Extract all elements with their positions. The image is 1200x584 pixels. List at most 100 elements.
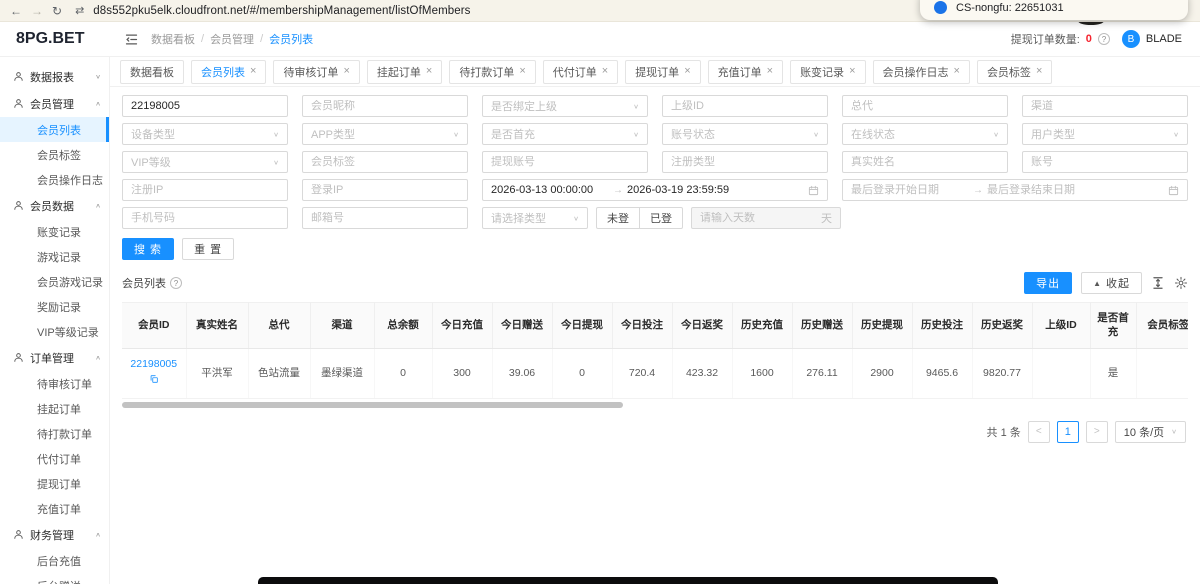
account-status-select[interactable]: 账号状态∨ [662, 123, 828, 145]
login-ip-input-field[interactable] [311, 184, 459, 196]
phone-input[interactable] [122, 207, 288, 229]
sidebar-item-suspended-orders[interactable]: 挂起订单 [0, 396, 109, 421]
tab-member-operation-log[interactable]: 会员操作日志× [873, 60, 970, 84]
breadcrumb-item[interactable]: 数据看板 [151, 31, 195, 47]
channel-input-field[interactable] [1031, 100, 1179, 112]
bind-superior-select[interactable]: 是否绑定上级∨ [482, 95, 648, 117]
user-avatar[interactable]: B [1122, 30, 1140, 48]
sidebar-item-withdraw-orders[interactable]: 提现订单 [0, 471, 109, 496]
not-logged-button[interactable]: 未登 [596, 207, 640, 229]
site-info-icon[interactable]: ⇄ [75, 4, 84, 17]
copy-icon[interactable] [149, 374, 159, 384]
member-tag-input-field[interactable] [311, 156, 459, 168]
close-icon[interactable]: × [250, 66, 256, 77]
sidebar-group-data-reports[interactable]: 数据报表∨ [0, 63, 109, 90]
page-size-select[interactable]: 10 条/页∨ [1115, 421, 1186, 443]
sidebar-item-pending-review-orders[interactable]: 待审核订单 [0, 371, 109, 396]
tab-pending-payment-orders[interactable]: 待打款订单× [449, 60, 535, 84]
last-login-date-range[interactable]: → [842, 179, 1188, 201]
app-logo[interactable]: 8PG.BET [0, 30, 110, 48]
sidebar-item-pending-payment-orders[interactable]: 待打款订单 [0, 421, 109, 446]
breadcrumb-item[interactable]: 会员列表 [269, 31, 313, 47]
member-id-input-field[interactable] [131, 100, 279, 112]
login-ip-input[interactable] [302, 179, 468, 201]
register-date-range[interactable]: → [482, 179, 828, 201]
sidebar-item-member-tags[interactable]: 会员标签 [0, 142, 109, 167]
sidebar-item-member-game-records[interactable]: 会员游戏记录 [0, 269, 109, 294]
tab-deposit-orders[interactable]: 充值订单× [708, 60, 783, 84]
last-login-date-range-start[interactable] [851, 184, 969, 196]
scrollbar-thumb[interactable] [122, 402, 623, 408]
register-ip-input[interactable] [122, 179, 288, 201]
search-button[interactable]: 搜 索 [122, 238, 174, 260]
register-type-input-field[interactable] [671, 156, 819, 168]
collapse-sidebar-icon[interactable] [124, 32, 139, 47]
superior-id-input-field[interactable] [671, 100, 819, 112]
tab-member-tags[interactable]: 会员标签× [977, 60, 1052, 84]
close-icon[interactable]: × [519, 66, 525, 77]
sidebar-item-deposit-orders[interactable]: 充值订单 [0, 496, 109, 521]
close-icon[interactable]: × [426, 66, 432, 77]
next-page-button[interactable]: > [1086, 421, 1108, 443]
sidebar-item-proxy-payment-orders[interactable]: 代付订单 [0, 446, 109, 471]
sidebar-item-vip-level-records[interactable]: VIP等级记录 [0, 319, 109, 344]
sidebar-group-finance-management[interactable]: 财务管理∧ [0, 521, 109, 548]
tab-withdraw-orders[interactable]: 提现订单× [625, 60, 700, 84]
user-type-select[interactable]: 用户类型∨ [1022, 123, 1188, 145]
app-type-select[interactable]: APP类型∨ [302, 123, 468, 145]
last-login-date-range-end[interactable] [987, 184, 1164, 196]
sidebar-item-backend-deposit[interactable]: 后台充值 [0, 548, 109, 573]
real-name-input-field[interactable] [851, 156, 999, 168]
help-icon[interactable]: ? [1098, 33, 1110, 45]
tab-dashboard[interactable]: 数据看板 [120, 60, 184, 84]
column-settings-gear-icon[interactable] [1174, 276, 1188, 290]
member-id-link[interactable]: 22198005 [124, 358, 184, 372]
member-nickname-input[interactable] [302, 95, 468, 117]
row-height-icon[interactable] [1151, 276, 1165, 290]
current-page-button[interactable]: 1 [1057, 421, 1079, 443]
export-button[interactable]: 导出 [1024, 272, 1072, 294]
account-input-field[interactable] [1031, 156, 1179, 168]
device-type-select[interactable]: 设备类型∨ [122, 123, 288, 145]
sidebar-item-member-list[interactable]: 会员列表 [0, 117, 109, 142]
tab-account-change-records[interactable]: 账变记录× [790, 60, 865, 84]
close-icon[interactable]: × [602, 66, 608, 77]
member-nickname-input-field[interactable] [311, 100, 459, 112]
close-icon[interactable]: × [1036, 66, 1042, 77]
register-type-input[interactable] [662, 151, 828, 173]
sidebar-item-game-records[interactable]: 游戏记录 [0, 244, 109, 269]
close-icon[interactable]: × [343, 66, 349, 77]
real-name-input[interactable] [842, 151, 1008, 173]
close-icon[interactable]: × [849, 66, 855, 77]
close-icon[interactable]: × [954, 66, 960, 77]
email-input[interactable] [302, 207, 468, 229]
sidebar-group-order-management[interactable]: 订单管理∧ [0, 344, 109, 371]
user-name[interactable]: BLADE [1146, 33, 1182, 45]
browser-reload-icon[interactable]: ↻ [52, 5, 62, 17]
withdraw-account-input[interactable] [482, 151, 648, 173]
browser-forward-icon[interactable]: → [31, 5, 43, 17]
superior-id-input[interactable] [662, 95, 828, 117]
url-text[interactable]: d8s552pku5elk.cloudfront.net/#/membershi… [93, 5, 470, 17]
sidebar-item-backend-gift[interactable]: 后台赠送 [0, 573, 109, 584]
sidebar-item-reward-records[interactable]: 奖励记录 [0, 294, 109, 319]
type-select[interactable]: 请选择类型∨ [482, 207, 588, 229]
logged-button[interactable]: 已登 [640, 207, 683, 229]
close-icon[interactable]: × [767, 66, 773, 77]
tab-proxy-payment-orders[interactable]: 代付订单× [543, 60, 618, 84]
sidebar-item-account-change-records[interactable]: 账变记录 [0, 219, 109, 244]
sidebar-group-member-data[interactable]: 会员数据∧ [0, 192, 109, 219]
close-icon[interactable]: × [684, 66, 690, 77]
prev-page-button[interactable]: < [1028, 421, 1050, 443]
vip-level-select[interactable]: VIP等级∨ [122, 151, 288, 173]
withdraw-account-input-field[interactable] [491, 156, 639, 168]
email-input-field[interactable] [311, 212, 459, 224]
online-status-select[interactable]: 在线状态∨ [842, 123, 1008, 145]
register-date-range-end[interactable] [627, 184, 804, 196]
general-agent-input[interactable] [842, 95, 1008, 117]
tab-pending-review-orders[interactable]: 待审核订单× [273, 60, 359, 84]
channel-input[interactable] [1022, 95, 1188, 117]
collapse-filters-button[interactable]: ▲ 收起 [1081, 272, 1142, 294]
tab-suspended-orders[interactable]: 挂起订单× [367, 60, 442, 84]
table-help-icon[interactable]: ? [170, 277, 182, 289]
